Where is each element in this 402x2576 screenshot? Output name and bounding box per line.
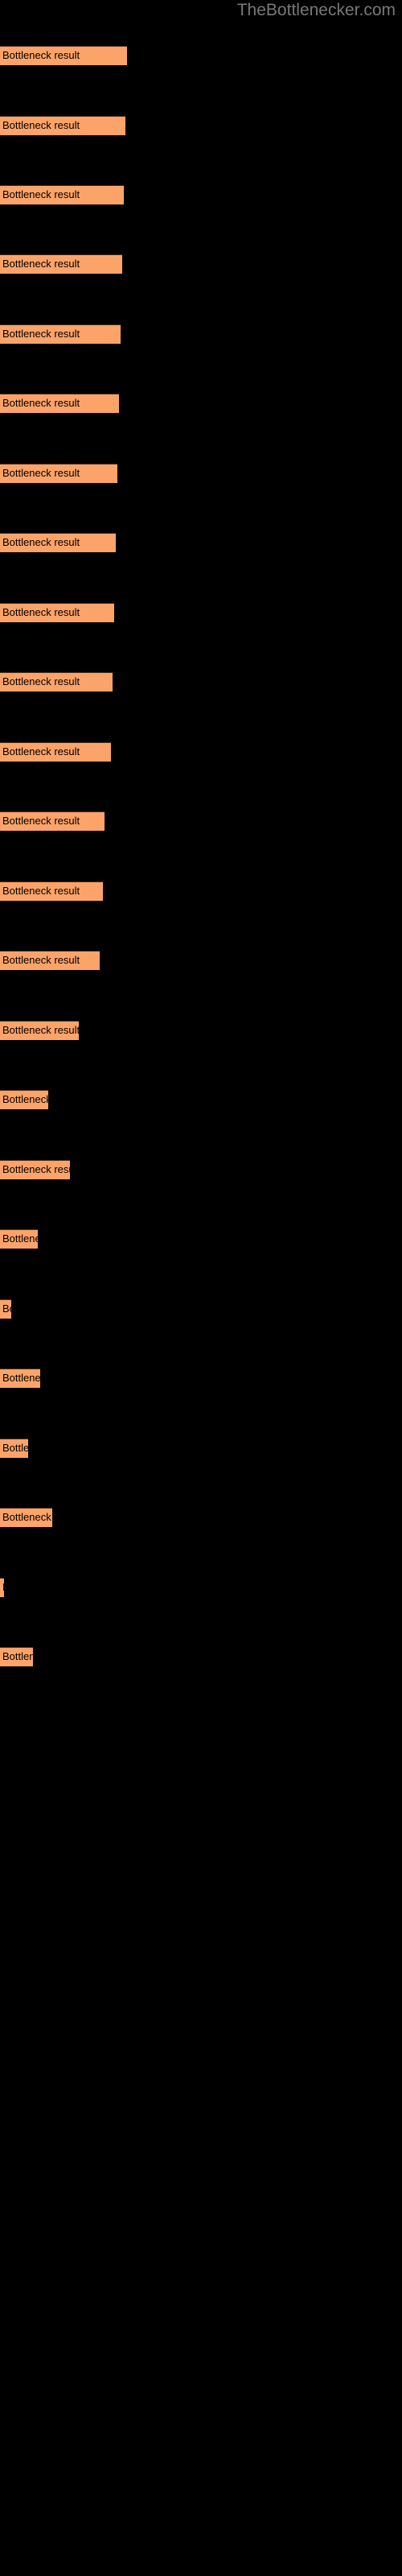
bar-label: Bottleneck result [2, 675, 80, 687]
bar-row[interactable]: Bottleneck result [0, 603, 114, 622]
bar-label: Bottleneck result [2, 1232, 38, 1245]
bar-label-clip: Bottleneck result [0, 1508, 52, 1527]
bar-label: Bottleneck result [2, 1163, 70, 1175]
bar-row[interactable]: Bottleneck result [0, 116, 125, 135]
bar-row[interactable]: Bottleneck result [0, 672, 113, 691]
bar-row[interactable]: Bottleneck result [0, 1021, 79, 1040]
bar-label-clip: Bottleneck result [0, 603, 114, 622]
bar-label-clip: Bottleneck result [0, 1647, 33, 1666]
bar-row[interactable]: Bottleneck result [0, 1578, 4, 1597]
bar-label-clip: Bottleneck result [0, 1368, 40, 1388]
bar-row[interactable]: Bottleneck result [0, 1090, 48, 1109]
bar-row[interactable]: Bottleneck result [0, 533, 116, 552]
bar-label: Bottleneck result [2, 1650, 33, 1662]
bar-label-clip: Bottleneck result [0, 1229, 38, 1249]
bar-row[interactable]: Bottleneck result [0, 185, 124, 204]
bar-label: Bottleneck result [2, 188, 80, 200]
bar-row[interactable]: Bottleneck result [0, 1229, 38, 1249]
bar-chart-bars: Bottleneck result Bottleneck result Bottle… [0, 0, 402, 2576]
bar-label: Bottleneck result [2, 954, 80, 966]
bar-row[interactable]: Bottleneck result [0, 1439, 28, 1458]
bar-row[interactable]: Bottleneck result [0, 1508, 52, 1527]
bar-label: Bottleneck result [2, 745, 80, 758]
bar-row[interactable]: Bottleneck result [0, 742, 111, 762]
bar-label-clip: Bottleneck result [0, 811, 105, 831]
bar-label: Bottleneck result [2, 397, 80, 409]
bar-label: Bottleneck result [2, 467, 80, 479]
bar-label-clip: Bottleneck result [0, 254, 122, 274]
bar-label: Bottleneck result [2, 1578, 4, 1597]
bar-label: Bottleneck result [2, 1024, 79, 1036]
bar-label-clip: Bottleneck result [0, 1090, 48, 1109]
bar-label-clip: Bottleneck result [0, 672, 113, 691]
bar-row[interactable]: Bottleneck result [0, 1299, 11, 1319]
bar-label: Bottleneck result [2, 1511, 52, 1523]
bar-label: Bottleneck result [2, 1372, 40, 1384]
bar-label-clip: Bottleneck result [0, 116, 125, 135]
bar-label: Bottleneck result [2, 1093, 48, 1105]
bar-row[interactable]: Bottleneck result [0, 324, 121, 344]
bar-label-clip: Bottleneck result [0, 881, 103, 901]
bar-label-clip: Bottleneck result [0, 394, 119, 413]
bar-row[interactable]: Bottleneck result [0, 1160, 70, 1179]
bar-label-clip: Bottleneck result [0, 1578, 4, 1597]
bar-label-clip: Bottleneck result [0, 533, 116, 552]
bar-label-clip: Bottleneck result [0, 1021, 79, 1040]
bar-row[interactable]: Bottleneck result [0, 1647, 33, 1666]
bar-label-clip: Bottleneck result [0, 464, 117, 483]
bar-row[interactable]: Bottleneck result [0, 881, 103, 901]
bottleneck-chart: TheBottlenecker.com Bottleneck result Bot… [0, 0, 402, 2576]
bar-label: Bottleneck result [2, 606, 80, 618]
bar-label-clip: Bottleneck result [0, 46, 127, 65]
bar-row[interactable]: Bottleneck result [0, 464, 117, 483]
bar-row[interactable]: Bottleneck result [0, 811, 105, 831]
bar-label-clip: Bottleneck result [0, 1439, 28, 1458]
bar-label-clip: Bottleneck result [0, 1299, 11, 1319]
bar-label: Bottleneck result [2, 258, 80, 270]
bar-label-clip: Bottleneck result [0, 324, 121, 344]
bar-label: Bottleneck result [2, 1442, 28, 1454]
bar-label-clip: Bottleneck result [0, 185, 124, 204]
bar-label: Bottleneck result [2, 49, 80, 61]
bar-label: Bottleneck result [2, 815, 80, 827]
bar-row[interactable]: Bottleneck result [0, 951, 100, 970]
bar-label-clip: Bottleneck result [0, 951, 100, 970]
bar-label: Bottleneck result [2, 119, 80, 131]
bar-label-clip: Bottleneck result [0, 1160, 70, 1179]
bar-label: Bottleneck result [2, 328, 80, 340]
bar-label: Bottleneck result [2, 885, 80, 897]
bar-row[interactable]: Bottleneck result [0, 254, 122, 274]
bar-label: Bottleneck result [2, 1302, 11, 1315]
bar-row[interactable]: Bottleneck result [0, 1368, 40, 1388]
bar-label: Bottleneck result [2, 536, 80, 548]
bar-row[interactable]: Bottleneck result [0, 46, 127, 65]
bar-label-clip: Bottleneck result [0, 742, 111, 762]
bar-row[interactable]: Bottleneck result [0, 394, 119, 413]
